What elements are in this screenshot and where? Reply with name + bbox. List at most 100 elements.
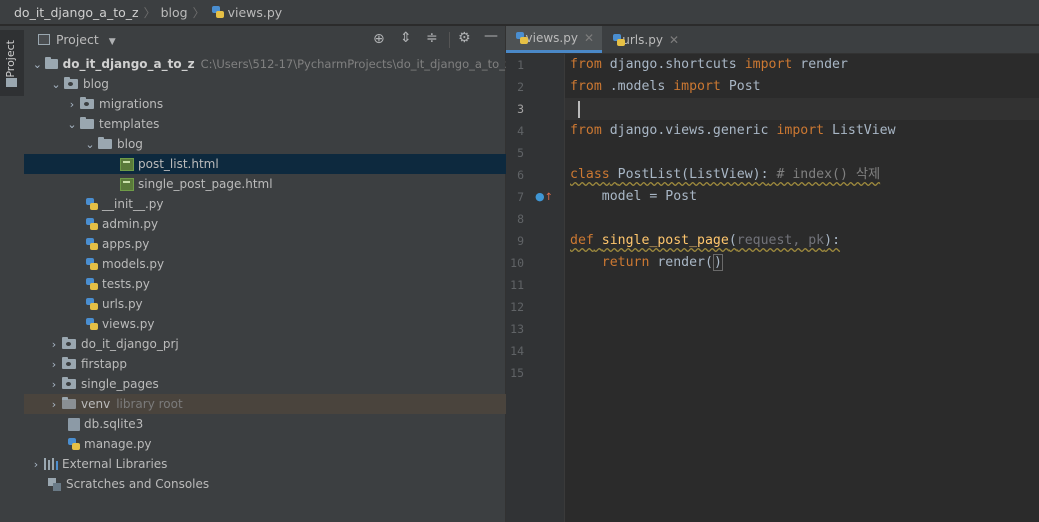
- current-line-highlight: [565, 98, 1039, 120]
- tree-item-label: migrations: [99, 97, 164, 111]
- tree-item-manage-py[interactable]: manage.py: [24, 434, 547, 454]
- tab-urls-py[interactable]: urls.py ✕: [603, 26, 687, 53]
- breadcrumb-project[interactable]: do_it_django_a_to_z: [14, 5, 139, 20]
- code-line: from django.views.generic import ListVie…: [570, 123, 896, 138]
- tree-item-label: External Libraries: [62, 457, 168, 471]
- folder-icon: [80, 117, 94, 129]
- chevron-down-icon[interactable]: ⌄: [64, 118, 80, 131]
- tree-item-label: apps.py: [102, 237, 150, 251]
- line-number: 15: [510, 366, 524, 380]
- locate-file-icon[interactable]: ⊕: [373, 31, 385, 47]
- line-number: 12: [510, 300, 524, 314]
- tree-item-firstapp[interactable]: › firstapp: [24, 354, 527, 374]
- code-line: return render(): [601, 254, 723, 271]
- tree-item-urls-py[interactable]: urls.py: [24, 294, 565, 314]
- gear-icon[interactable]: ⚙: [458, 30, 471, 46]
- tree-item-admin-py[interactable]: admin.py: [24, 214, 565, 234]
- line-number: 3: [517, 102, 524, 116]
- tree-item-migrations[interactable]: › migrations: [24, 94, 545, 114]
- project-tool-tab[interactable]: Project: [0, 30, 24, 96]
- chevron-down-icon[interactable]: ⌄: [48, 78, 64, 91]
- tree-item-label: models.py: [102, 257, 165, 271]
- tree-item-apps-py[interactable]: apps.py: [24, 234, 565, 254]
- chevron-right-icon[interactable]: ›: [28, 458, 44, 471]
- line-number: 2: [517, 80, 524, 94]
- text-caret: [578, 101, 580, 118]
- tree-item-label: do_it_django_a_to_z: [62, 57, 195, 71]
- chevron-right-icon[interactable]: ›: [64, 98, 80, 111]
- tree-item-templates-blog[interactable]: ⌄ blog: [24, 134, 563, 154]
- tree-item-single-pages[interactable]: › single_pages: [24, 374, 527, 394]
- database-file-icon: [68, 417, 80, 431]
- line-number: 5: [517, 146, 524, 160]
- folder-icon: [98, 137, 112, 149]
- tree-item-blog[interactable]: ⌄ blog: [24, 74, 529, 94]
- tree-item-external-libraries[interactable]: › External Libraries: [24, 454, 509, 474]
- code-line: model = Post: [570, 189, 698, 204]
- expand-all-icon[interactable]: ⇕: [400, 30, 412, 46]
- line-number: 7: [517, 190, 524, 204]
- tree-item-label: views.py: [102, 317, 155, 331]
- breadcrumb-file[interactable]: views.py: [228, 5, 283, 20]
- package-icon: [64, 77, 78, 89]
- scratches-icon: [48, 477, 62, 491]
- python-file-icon: [86, 278, 98, 290]
- tree-item-label: post_list.html: [138, 157, 219, 171]
- code-line: from .models import Post: [570, 79, 761, 94]
- tree-item-path: C:\Users\512-17\PycharmProjects\do_it_dj…: [200, 57, 511, 71]
- chevron-right-icon[interactable]: ›: [46, 338, 62, 351]
- package-icon: [62, 357, 76, 369]
- line-number: 10: [510, 256, 524, 270]
- chevron-right-icon[interactable]: ›: [46, 398, 62, 411]
- tree-item-suffix: library root: [116, 397, 183, 411]
- python-file-icon: [86, 238, 98, 250]
- tree-item-do-it-django-prj[interactable]: › do_it_django_prj: [24, 334, 527, 354]
- chevron-down-icon[interactable]: ⌄: [82, 138, 98, 151]
- chevron-down-icon: ▼: [108, 37, 116, 47]
- editor-tab-bar: views.py ✕ urls.py ✕: [506, 26, 1039, 54]
- close-icon[interactable]: ✕: [584, 31, 594, 45]
- tree-item-tests-py[interactable]: tests.py: [24, 274, 565, 294]
- package-icon: [80, 97, 94, 109]
- tree-item-label: templates: [99, 117, 160, 131]
- chevron-right-icon[interactable]: ›: [46, 378, 62, 391]
- python-file-icon: [613, 33, 625, 46]
- tree-item-root[interactable]: ⌄ do_it_django_a_to_z C:\Users\512-17\Py…: [24, 54, 511, 74]
- python-file-icon: [86, 198, 98, 210]
- override-marker-icon[interactable]: ●↑: [535, 190, 553, 203]
- code-line: def single_post_page(request, pk):: [570, 233, 841, 248]
- package-icon: [62, 337, 76, 349]
- tree-item-scratches[interactable]: Scratches and Consoles: [24, 474, 529, 494]
- breadcrumb-folder[interactable]: blog: [161, 5, 188, 20]
- tree-item-db-sqlite3[interactable]: db.sqlite3: [24, 414, 547, 434]
- project-view-icon: [38, 34, 50, 45]
- folder-icon: [6, 78, 17, 87]
- tree-item-label: blog: [83, 77, 109, 91]
- tree-item-venv[interactable]: › venv library root: [24, 394, 527, 414]
- tree-item-label: firstapp: [81, 357, 128, 371]
- tab-views-py[interactable]: views.py ✕: [506, 26, 602, 53]
- project-view-selector[interactable]: Project ▼: [56, 32, 116, 47]
- tree-item-label: tests.py: [102, 277, 150, 291]
- collapse-all-icon[interactable]: ≑: [426, 30, 438, 46]
- line-number: 9: [517, 234, 524, 248]
- folder-icon: [62, 397, 76, 409]
- chevron-down-icon[interactable]: ⌄: [30, 58, 45, 71]
- library-icon: [44, 458, 58, 470]
- tree-item-label: Scratches and Consoles: [66, 477, 210, 491]
- close-icon[interactable]: ✕: [669, 33, 679, 47]
- chevron-right-icon[interactable]: ›: [46, 358, 62, 371]
- line-number: 13: [510, 322, 524, 336]
- tree-item-views-py[interactable]: views.py: [24, 314, 565, 334]
- minimize-icon[interactable]: —: [484, 28, 498, 44]
- tree-item-models-py[interactable]: models.py: [24, 254, 565, 274]
- code-line: from django.shortcuts import render: [570, 57, 848, 72]
- tree-item-label: manage.py: [84, 437, 152, 451]
- tree-item-label: admin.py: [102, 217, 159, 231]
- tree-item-init-py[interactable]: __init__.py: [24, 194, 565, 214]
- html-file-icon: [120, 157, 134, 171]
- editor: views.py ✕ urls.py ✕ 1 2 3 4 5 6 7 8 9 1…: [506, 26, 1039, 522]
- tree-item-label: do_it_django_prj: [81, 337, 179, 351]
- separator: [449, 32, 450, 48]
- tree-item-templates[interactable]: ⌄ templates: [24, 114, 545, 134]
